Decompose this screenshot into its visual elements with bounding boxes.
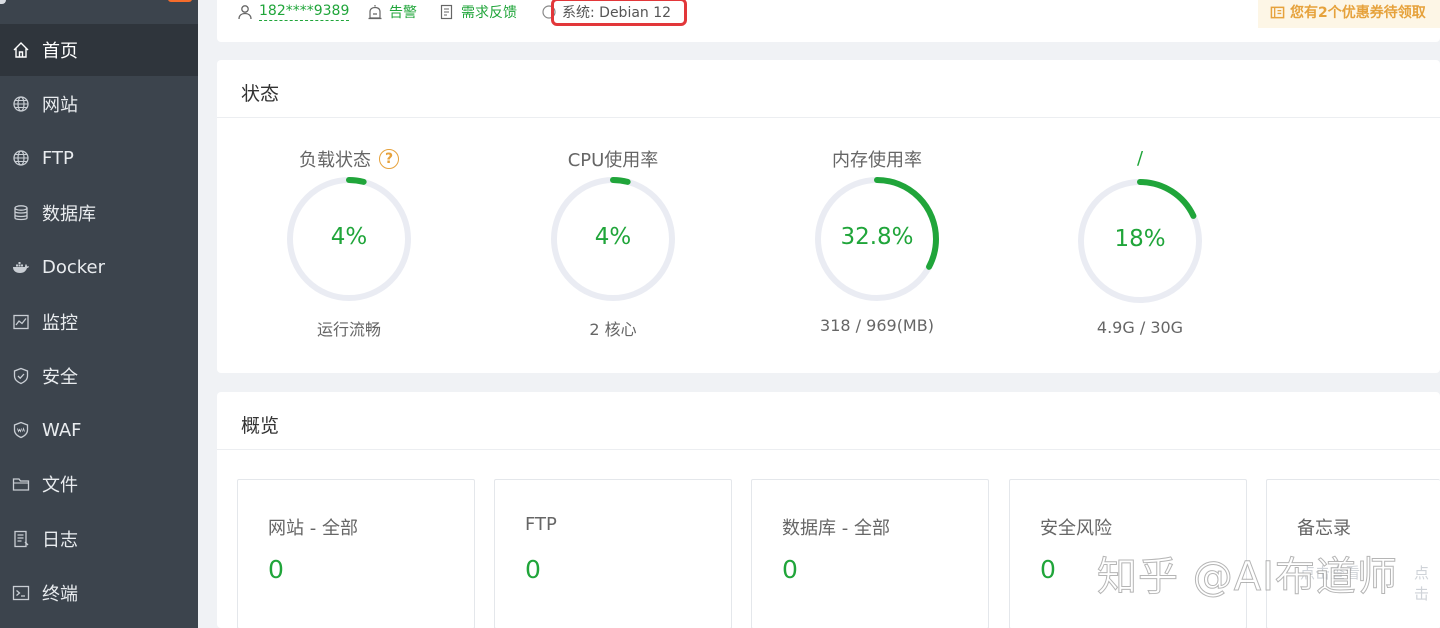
status-card: 状态 负载状态 ? 4% 运行流畅 CPU使用率 4% 2 核心 内存使用率 3… xyxy=(217,60,1440,373)
sidebar-item-label: 数据库 xyxy=(42,204,96,225)
gauge-memory[interactable]: 内存使用率 32.8% 318 / 969(MB) xyxy=(797,146,957,346)
monitor-icon xyxy=(12,313,30,331)
overview-box-title: 安全风险 xyxy=(1040,518,1112,539)
gauge-subtext: 4.9G / 30G xyxy=(1096,318,1184,337)
gauge-label: 负载状态 ? xyxy=(269,146,429,172)
sidebar-item-terminal[interactable]: 终端 xyxy=(0,567,198,619)
sidebar-item-waf[interactable]: WAF xyxy=(0,404,198,456)
overview-websites[interactable]: 网站 - 全部 0 xyxy=(237,479,475,628)
home-icon xyxy=(12,41,30,59)
logo xyxy=(0,0,6,4)
overview-box-value[interactable]: 0 xyxy=(1040,555,1056,584)
docker-icon xyxy=(12,258,30,276)
gauge-value: 18% xyxy=(1114,226,1166,252)
sidebar-item-label: FTP xyxy=(42,147,74,169)
gauge-value: 4% xyxy=(594,224,632,250)
user-icon xyxy=(238,5,252,20)
sidebar-item-website[interactable]: 网站 xyxy=(0,78,198,130)
gauge-label: / xyxy=(1136,148,1144,169)
sidebar-item-security[interactable]: 安全 xyxy=(0,350,198,402)
watermark-faint-text-2: 点击 xyxy=(1414,564,1430,603)
gauge-cpu[interactable]: CPU使用率 4% 2 核心 xyxy=(533,146,693,346)
sidebar: 首页 网站 FTP 数据库 Docker 监控 安全 WAF 文件 日志 终端 xyxy=(0,0,198,628)
overview-box-title: FTP xyxy=(525,514,557,535)
sidebar-item-label: 日志 xyxy=(42,530,78,551)
database-icon xyxy=(12,204,30,222)
gauge-label: CPU使用率 xyxy=(567,150,659,171)
sidebar-item-logs[interactable]: 日志 xyxy=(0,513,198,565)
sidebar-item-database[interactable]: 数据库 xyxy=(0,187,198,239)
globe-icon xyxy=(12,149,30,167)
sidebar-item-ftp[interactable]: FTP xyxy=(0,132,198,184)
system-label: 系统: Debian 12 xyxy=(562,5,672,21)
top-bar: 182****9389 告警 需求反馈 系统: Debian 12 您有2个优惠… xyxy=(217,0,1440,42)
gauge-load[interactable]: 负载状态 ? 4% 运行流畅 xyxy=(269,146,429,346)
divider xyxy=(217,449,1440,450)
overview-box-value[interactable]: 0 xyxy=(525,555,541,584)
overview-box-title: 数据库 - 全部 xyxy=(782,518,890,539)
user-phone[interactable]: 182****9389 xyxy=(259,3,350,21)
overview-ftp[interactable]: FTP 0 xyxy=(494,479,732,628)
status-title: 状态 xyxy=(241,83,280,105)
coupon-banner[interactable]: 您有2个优惠券待领取 xyxy=(1258,0,1440,28)
help-icon[interactable]: ? xyxy=(379,149,399,169)
notification-badge xyxy=(168,0,192,2)
folder-icon xyxy=(12,475,30,493)
gauge-subtext: 318 / 969(MB) xyxy=(820,316,934,335)
sidebar-item-docker[interactable]: Docker xyxy=(0,241,198,293)
shield-icon xyxy=(12,367,30,385)
overview-box-value[interactable]: 0 xyxy=(268,555,284,584)
gauge-label: 内存使用率 xyxy=(832,150,922,171)
waf-shield-icon xyxy=(12,421,30,439)
user-account[interactable]: 182****9389 xyxy=(237,2,350,22)
overview-title: 概览 xyxy=(241,415,280,437)
overview-databases[interactable]: 数据库 - 全部 0 xyxy=(751,479,989,628)
gauge-label-text: 负载状态 xyxy=(299,150,371,171)
log-icon xyxy=(12,530,30,548)
sidebar-item-label: 监控 xyxy=(42,313,78,334)
gauge-subtext: 运行流畅 xyxy=(316,320,381,339)
overview-box-title: 网站 - 全部 xyxy=(268,518,358,539)
feedback-link[interactable]: 需求反馈 xyxy=(439,2,517,22)
sidebar-item-label: 终端 xyxy=(42,584,78,605)
sidebar-item-monitor[interactable]: 监控 xyxy=(0,296,198,348)
coupon-label: 您有2个优惠券待领取 xyxy=(1290,5,1426,21)
globe-icon xyxy=(12,95,30,113)
watermark: 知乎 @AI布道师 xyxy=(1097,554,1398,601)
coupon-icon xyxy=(1270,6,1285,18)
gauge-value: 32.8% xyxy=(840,224,914,250)
alarm-icon xyxy=(368,5,382,20)
gauge-subtext: 2 核心 xyxy=(589,320,637,339)
alert-link[interactable]: 告警 xyxy=(367,2,417,22)
sidebar-item-home[interactable]: 首页 xyxy=(0,24,198,76)
sidebar-item-label: WAF xyxy=(42,419,82,441)
sidebar-item-label: 安全 xyxy=(42,367,78,388)
sidebar-item-label: 文件 xyxy=(42,475,78,496)
sidebar-item-label: Docker xyxy=(42,256,106,278)
terminal-icon xyxy=(12,584,30,602)
feedback-label: 需求反馈 xyxy=(461,5,517,21)
sidebar-item-label: 网站 xyxy=(42,95,78,116)
feedback-icon xyxy=(440,4,453,20)
alert-label: 告警 xyxy=(389,5,417,21)
gauge-disk[interactable]: / 18% 4.9G / 30G xyxy=(1060,148,1220,348)
sidebar-item-files[interactable]: 文件 xyxy=(0,458,198,510)
divider xyxy=(217,117,1440,118)
overview-box-title: 备忘录 xyxy=(1297,518,1351,539)
system-info: 系统: Debian 12 xyxy=(551,0,687,26)
gauge-value: 4% xyxy=(330,224,368,250)
sidebar-item-label: 首页 xyxy=(42,41,78,62)
overview-box-value[interactable]: 0 xyxy=(782,555,798,584)
